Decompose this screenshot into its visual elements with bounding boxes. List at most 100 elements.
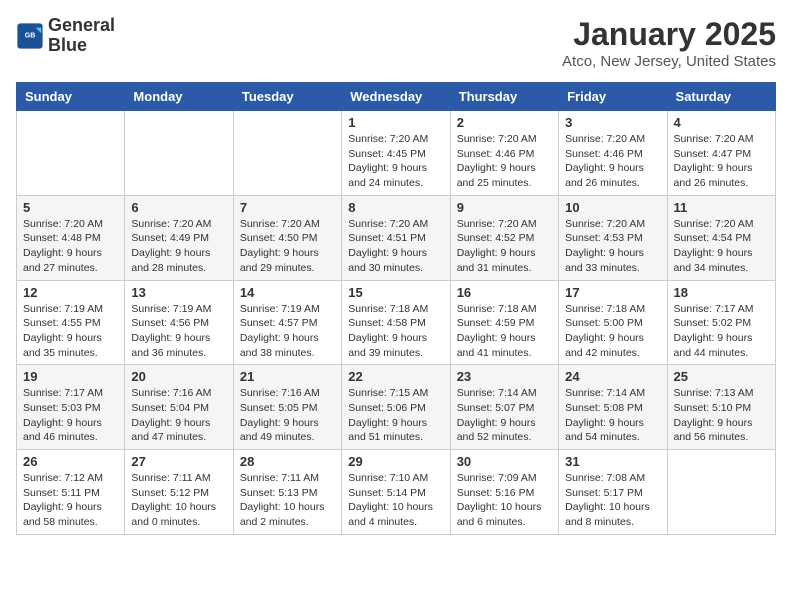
calendar-cell: 26 Sunrise: 7:12 AM Sunset: 5:11 PM Dayli… — [17, 450, 125, 535]
day-number: 11 — [674, 200, 769, 215]
day-info: Sunrise: 7:20 AM Sunset: 4:54 PM Dayligh… — [674, 217, 769, 276]
day-info: Sunrise: 7:20 AM Sunset: 4:47 PM Dayligh… — [674, 132, 769, 191]
week-row-5: 26 Sunrise: 7:12 AM Sunset: 5:11 PM Dayli… — [17, 450, 776, 535]
day-number: 20 — [131, 369, 226, 384]
day-number: 15 — [348, 285, 443, 300]
day-info: Sunrise: 7:11 AM Sunset: 5:13 PM Dayligh… — [240, 471, 335, 530]
calendar-cell: 31 Sunrise: 7:08 AM Sunset: 5:17 PM Dayli… — [559, 450, 667, 535]
day-number: 2 — [457, 115, 552, 130]
week-row-3: 12 Sunrise: 7:19 AM Sunset: 4:55 PM Dayli… — [17, 280, 776, 365]
day-info: Sunrise: 7:09 AM Sunset: 5:16 PM Dayligh… — [457, 471, 552, 530]
day-info: Sunrise: 7:20 AM Sunset: 4:50 PM Dayligh… — [240, 217, 335, 276]
day-info: Sunrise: 7:12 AM Sunset: 5:11 PM Dayligh… — [23, 471, 118, 530]
calendar: SundayMondayTuesdayWednesdayThursdayFrid… — [16, 82, 776, 535]
calendar-cell — [17, 111, 125, 196]
calendar-cell: 5 Sunrise: 7:20 AM Sunset: 4:48 PM Daylig… — [17, 195, 125, 280]
day-number: 9 — [457, 200, 552, 215]
calendar-cell: 9 Sunrise: 7:20 AM Sunset: 4:52 PM Daylig… — [450, 195, 558, 280]
page-header: GB General Blue January 2025 Atco, New J… — [16, 16, 776, 70]
calendar-cell — [233, 111, 341, 196]
day-number: 8 — [348, 200, 443, 215]
day-number: 29 — [348, 454, 443, 469]
day-info: Sunrise: 7:15 AM Sunset: 5:06 PM Dayligh… — [348, 386, 443, 445]
calendar-cell: 4 Sunrise: 7:20 AM Sunset: 4:47 PM Daylig… — [667, 111, 775, 196]
calendar-cell: 27 Sunrise: 7:11 AM Sunset: 5:12 PM Dayli… — [125, 450, 233, 535]
calendar-cell: 14 Sunrise: 7:19 AM Sunset: 4:57 PM Dayli… — [233, 280, 341, 365]
day-number: 27 — [131, 454, 226, 469]
logo-line2: Blue — [48, 36, 115, 56]
day-number: 3 — [565, 115, 660, 130]
day-number: 22 — [348, 369, 443, 384]
day-number: 10 — [565, 200, 660, 215]
day-number: 18 — [674, 285, 769, 300]
day-info: Sunrise: 7:17 AM Sunset: 5:03 PM Dayligh… — [23, 386, 118, 445]
day-number: 24 — [565, 369, 660, 384]
day-info: Sunrise: 7:20 AM Sunset: 4:52 PM Dayligh… — [457, 217, 552, 276]
day-info: Sunrise: 7:14 AM Sunset: 5:07 PM Dayligh… — [457, 386, 552, 445]
weekday-header-saturday: Saturday — [667, 83, 775, 111]
day-info: Sunrise: 7:20 AM Sunset: 4:49 PM Dayligh… — [131, 217, 226, 276]
day-number: 17 — [565, 285, 660, 300]
day-number: 23 — [457, 369, 552, 384]
calendar-cell: 7Sunrise: 7:20 AM Sunset: 4:50 PM Daylig… — [233, 195, 341, 280]
day-number: 5 — [23, 200, 118, 215]
calendar-cell — [667, 450, 775, 535]
calendar-cell: 13Sunrise: 7:19 AM Sunset: 4:56 PM Dayli… — [125, 280, 233, 365]
day-number: 4 — [674, 115, 769, 130]
day-info: Sunrise: 7:20 AM Sunset: 4:53 PM Dayligh… — [565, 217, 660, 276]
location: Atco, New Jersey, United States — [562, 53, 776, 70]
calendar-cell: 6 Sunrise: 7:20 AM Sunset: 4:49 PM Daylig… — [125, 195, 233, 280]
day-info: Sunrise: 7:20 AM Sunset: 4:45 PM Dayligh… — [348, 132, 443, 191]
day-info: Sunrise: 7:20 AM Sunset: 4:51 PM Dayligh… — [348, 217, 443, 276]
weekday-header-tuesday: Tuesday — [233, 83, 341, 111]
weekday-header-sunday: Sunday — [17, 83, 125, 111]
day-number: 28 — [240, 454, 335, 469]
day-number: 19 — [23, 369, 118, 384]
day-info: Sunrise: 7:14 AM Sunset: 5:08 PM Dayligh… — [565, 386, 660, 445]
weekday-header-monday: Monday — [125, 83, 233, 111]
day-info: Sunrise: 7:17 AM Sunset: 5:02 PM Dayligh… — [674, 302, 769, 361]
day-info: Sunrise: 7:20 AM Sunset: 4:46 PM Dayligh… — [457, 132, 552, 191]
day-number: 12 — [23, 285, 118, 300]
calendar-cell: 23 Sunrise: 7:14 AM Sunset: 5:07 PM Dayli… — [450, 365, 558, 450]
calendar-cell: 24 Sunrise: 7:14 AM Sunset: 5:08 PM Dayli… — [559, 365, 667, 450]
calendar-cell: 25 Sunrise: 7:13 AM Sunset: 5:10 PM Dayli… — [667, 365, 775, 450]
weekday-header-wednesday: Wednesday — [342, 83, 450, 111]
calendar-cell: 28 Sunrise: 7:11 AM Sunset: 5:13 PM Dayli… — [233, 450, 341, 535]
day-info: Sunrise: 7:11 AM Sunset: 5:12 PM Dayligh… — [131, 471, 226, 530]
calendar-cell: 16Sunrise: 7:18 AM Sunset: 4:59 PM Dayli… — [450, 280, 558, 365]
logo: GB General Blue — [16, 16, 115, 56]
day-info: Sunrise: 7:18 AM Sunset: 4:59 PM Dayligh… — [457, 302, 552, 361]
calendar-cell — [125, 111, 233, 196]
calendar-cell: 2 Sunrise: 7:20 AM Sunset: 4:46 PM Daylig… — [450, 111, 558, 196]
day-number: 26 — [23, 454, 118, 469]
day-info: Sunrise: 7:20 AM Sunset: 4:48 PM Dayligh… — [23, 217, 118, 276]
week-row-4: 19 Sunrise: 7:17 AM Sunset: 5:03 PM Dayli… — [17, 365, 776, 450]
weekday-header-thursday: Thursday — [450, 83, 558, 111]
day-info: Sunrise: 7:19 AM Sunset: 4:56 PM Dayligh… — [131, 302, 226, 361]
day-number: 1 — [348, 115, 443, 130]
day-info: Sunrise: 7:20 AM Sunset: 4:46 PM Dayligh… — [565, 132, 660, 191]
day-info: Sunrise: 7:19 AM Sunset: 4:57 PM Dayligh… — [240, 302, 335, 361]
day-number: 6 — [131, 200, 226, 215]
day-info: Sunrise: 7:16 AM Sunset: 5:04 PM Dayligh… — [131, 386, 226, 445]
calendar-cell: 1 Sunrise: 7:20 AM Sunset: 4:45 PM Daylig… — [342, 111, 450, 196]
weekday-header-row: SundayMondayTuesdayWednesdayThursdayFrid… — [17, 83, 776, 111]
day-number: 25 — [674, 369, 769, 384]
day-number: 14 — [240, 285, 335, 300]
month-title: January 2025 — [562, 16, 776, 53]
calendar-cell: 21 Sunrise: 7:16 AM Sunset: 5:05 PM Dayli… — [233, 365, 341, 450]
day-info: Sunrise: 7:19 AM Sunset: 4:55 PM Dayligh… — [23, 302, 118, 361]
day-info: Sunrise: 7:13 AM Sunset: 5:10 PM Dayligh… — [674, 386, 769, 445]
calendar-cell: 30 Sunrise: 7:09 AM Sunset: 5:16 PM Dayli… — [450, 450, 558, 535]
day-number: 21 — [240, 369, 335, 384]
logo-icon: GB — [16, 22, 44, 50]
day-info: Sunrise: 7:10 AM Sunset: 5:14 PM Dayligh… — [348, 471, 443, 530]
day-number: 31 — [565, 454, 660, 469]
day-number: 30 — [457, 454, 552, 469]
day-info: Sunrise: 7:16 AM Sunset: 5:05 PM Dayligh… — [240, 386, 335, 445]
calendar-cell: 22 Sunrise: 7:15 AM Sunset: 5:06 PM Dayli… — [342, 365, 450, 450]
week-row-2: 5 Sunrise: 7:20 AM Sunset: 4:48 PM Daylig… — [17, 195, 776, 280]
day-info: Sunrise: 7:08 AM Sunset: 5:17 PM Dayligh… — [565, 471, 660, 530]
calendar-cell: 10 Sunrise: 7:20 AM Sunset: 4:53 PM Dayli… — [559, 195, 667, 280]
